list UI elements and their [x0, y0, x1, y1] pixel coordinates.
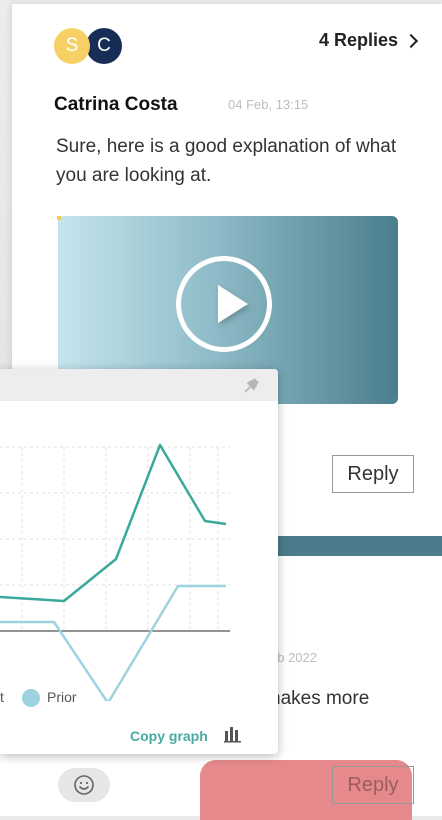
play-icon[interactable] [176, 256, 272, 352]
legend-label-partial: t [0, 689, 4, 705]
comment-message: nakes more [270, 688, 370, 709]
legend-prior-label: Prior [47, 689, 77, 705]
avatar: C [86, 28, 122, 64]
chart-grid [0, 446, 230, 631]
line-chart [0, 443, 230, 701]
series-prior-line [0, 584, 226, 701]
avatar-initial: C [97, 35, 111, 56]
series-current-line [0, 443, 227, 603]
comment-author: Catrina Costa [54, 94, 178, 115]
graph-popup: t Prior Copy graph [0, 369, 278, 754]
copy-graph-button[interactable]: Copy graph [130, 728, 208, 744]
legend-prior-dot [22, 689, 40, 707]
bar-chart-icon[interactable] [224, 725, 242, 743]
reply-button[interactable]: Reply [332, 455, 414, 493]
comment-timestamp: 04 Feb, 13:15 [228, 97, 309, 112]
comment-message: Sure, here is a good explanation of what… [56, 136, 397, 186]
chevron-right-icon [403, 33, 419, 48]
video-corner-accent [57, 216, 61, 220]
emoji-button[interactable] [58, 768, 110, 802]
smiley-icon [74, 775, 94, 795]
replies-count: 4 Replies [318, 30, 398, 50]
avatar: S [54, 28, 90, 64]
replies-link[interactable]: 4 Replies [318, 30, 419, 51]
reply-button[interactable]: Reply [332, 766, 414, 804]
pin-icon[interactable] [242, 377, 260, 395]
avatar-initial: S [65, 35, 79, 56]
graph-popup-header[interactable] [0, 369, 278, 401]
